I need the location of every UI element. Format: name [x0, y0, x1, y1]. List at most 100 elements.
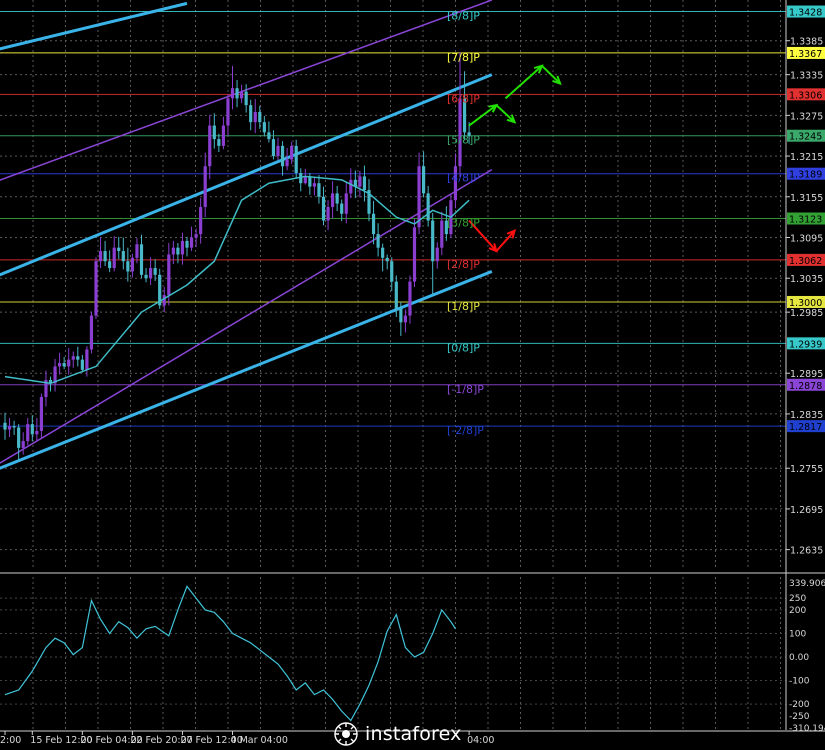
cci-tick-label: -100 [789, 677, 810, 687]
candle-body [121, 251, 125, 262]
candle-body [185, 240, 189, 248]
murrey-level-label: [-1/8]P [447, 383, 484, 396]
price-tag-text: 1.2939 [789, 339, 822, 350]
candle-body [440, 220, 444, 248]
price-tag-text: 1.3428 [789, 8, 822, 19]
candle-body [331, 193, 335, 207]
cci-tick-label: 250 [789, 594, 806, 604]
cci-tick-label: 200 [789, 606, 806, 616]
brand-logo: instaforex [333, 721, 462, 747]
candle-body [144, 274, 148, 279]
candle-body [412, 227, 417, 282]
murrey-level-label: [6/8]P [447, 92, 480, 105]
candle-body [317, 183, 321, 197]
candle-body [381, 247, 385, 258]
candle-body [189, 237, 194, 248]
candle-body [390, 261, 394, 282]
candle-body [376, 234, 380, 248]
price-tag-text: 1.2817 [789, 422, 822, 433]
cci-tick-label: 100 [789, 629, 806, 639]
chart-background [0, 0, 825, 750]
murrey-level-label: [2/8]P [447, 258, 480, 271]
candle-body [344, 193, 348, 214]
candle-body [221, 125, 225, 146]
cci-tick-label: 339.9066 [789, 579, 825, 589]
candle-body [126, 261, 130, 272]
candle-body [89, 315, 94, 350]
price-tag-text: 1.3123 [789, 215, 822, 226]
candle-body [385, 257, 389, 262]
cci-tick-label: 0.00 [789, 653, 809, 663]
candle-body [208, 125, 212, 167]
candle-body [139, 244, 144, 275]
price-tick-label: 1.3035 [790, 274, 823, 285]
price-tick-label: 1.3335 [790, 71, 823, 82]
candle-body [321, 196, 326, 221]
candle-body [21, 441, 25, 448]
candle-body [39, 396, 43, 431]
candle-body [285, 159, 289, 167]
candle-body [335, 193, 339, 204]
price-tick-label: 1.2895 [790, 369, 823, 380]
candle-body [171, 247, 175, 255]
time-tick-label: 4 Mar 04:00 [231, 735, 288, 746]
candle-body [358, 176, 362, 187]
candle-body [94, 261, 98, 316]
murrey-level-label: [-2/8]P [447, 424, 484, 437]
cci-tick-label: -310.194 [789, 724, 825, 734]
price-tick-label: 1.2835 [790, 410, 823, 421]
candle-body [240, 91, 244, 99]
candle-body [194, 234, 198, 238]
price-tick-label: 1.2695 [790, 505, 823, 516]
murrey-level-label: [4/8]P [447, 172, 480, 185]
candle-body [58, 363, 62, 367]
candle-body [217, 139, 221, 146]
candle-body [312, 183, 316, 187]
candle-body [294, 145, 298, 174]
candle-body [271, 139, 276, 157]
murrey-level-label: [8/8]P [447, 10, 480, 23]
murrey-level-label: [1/8]P [447, 300, 480, 313]
candle-body [103, 251, 107, 262]
candle-body [12, 426, 16, 428]
candle-body [230, 88, 235, 99]
candle-body [212, 125, 216, 140]
candle-body [176, 247, 180, 255]
candle-body [308, 176, 312, 187]
murrey-level-label: [7/8]P [447, 51, 480, 64]
candle-body [30, 424, 34, 435]
murrey-level-label: [3/8]P [447, 217, 480, 230]
candle-body [262, 122, 266, 133]
candle-body [98, 251, 103, 262]
candle-body [290, 145, 294, 160]
price-tag-text: 1.3189 [789, 170, 822, 181]
candle-body [162, 295, 166, 306]
candle-body [180, 240, 185, 255]
price-tag-text: 1.3062 [789, 256, 822, 267]
candle-body [85, 349, 89, 370]
price-tag-text: 1.3306 [789, 90, 822, 101]
price-tick-label: 1.3275 [790, 111, 823, 122]
candle-body [17, 427, 21, 448]
price-tick-label: 1.3385 [790, 37, 823, 48]
candle-body [258, 111, 262, 123]
candle-body [71, 356, 75, 360]
candle-body [267, 132, 271, 140]
candle-body [362, 176, 367, 190]
price-tick-label: 1.2635 [790, 546, 823, 557]
murrey-level-label: [0/8]P [447, 341, 480, 354]
candle-body [276, 145, 280, 157]
price-tick-label: 1.2755 [790, 464, 823, 475]
candle-body [303, 176, 307, 184]
candle-body [135, 244, 139, 258]
candle-body [403, 315, 407, 323]
candle-body [235, 88, 239, 99]
candle-body [399, 308, 403, 323]
candle-body [62, 363, 66, 367]
time-tick-label: 2:00 [0, 735, 21, 746]
candle-body [431, 220, 435, 262]
candle-body [426, 193, 430, 221]
candle-body [149, 268, 153, 279]
price-tag-text: 1.3245 [789, 132, 822, 143]
price-tag-text: 1.3000 [789, 298, 822, 309]
